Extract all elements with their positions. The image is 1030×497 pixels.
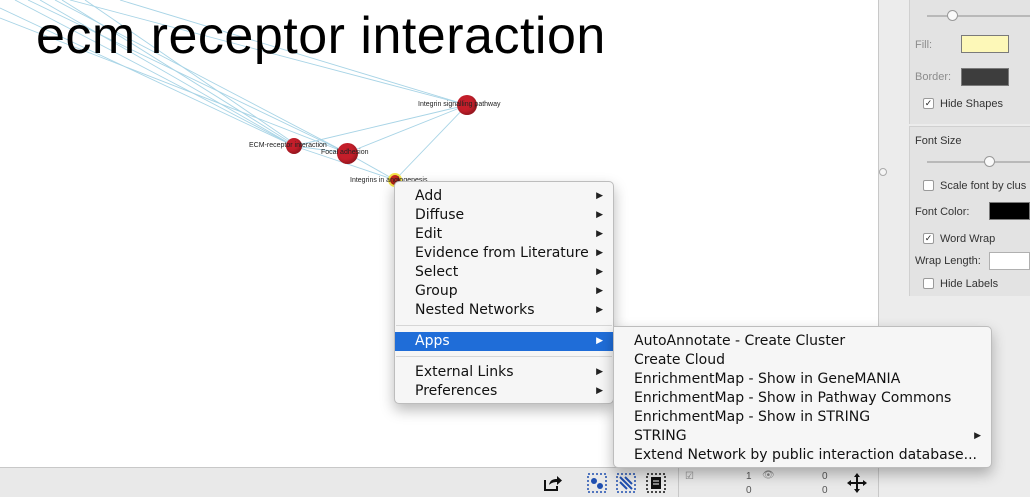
border-label: Border: bbox=[915, 71, 952, 83]
export-icon[interactable] bbox=[542, 472, 564, 494]
menu-item-diffuse[interactable]: Diffuse ▶ bbox=[395, 206, 613, 225]
submenu-arrow-icon: ▶ bbox=[596, 336, 603, 346]
submenu-arrow-icon: ▶ bbox=[974, 431, 981, 441]
hidden-count: 0 bbox=[822, 471, 828, 482]
submenu-arrow-icon: ▶ bbox=[596, 191, 603, 201]
hide-shapes-checkbox[interactable]: ✓ bbox=[923, 98, 934, 109]
scale-font-label: Scale font by clus bbox=[940, 180, 1027, 192]
apps-submenu: AutoAnnotate - Create Cluster Create Clo… bbox=[613, 326, 992, 468]
select-nodes-icon[interactable] bbox=[586, 472, 608, 494]
hidden-eye-icon: 👁 bbox=[762, 470, 775, 481]
hide-labels-checkbox[interactable] bbox=[923, 278, 934, 289]
menu-item-create-cloud[interactable]: Create Cloud bbox=[614, 351, 991, 370]
font-size-slider-knob[interactable] bbox=[984, 156, 995, 167]
network-title: ecm receptor interaction bbox=[36, 7, 606, 65]
context-menu: Add ▶ Diffuse ▶ Edit ▶ Evidence from Litera… bbox=[394, 181, 614, 404]
menu-item-apps[interactable]: Apps ▶ bbox=[395, 332, 613, 351]
submenu-arrow-icon: ▶ bbox=[596, 386, 603, 396]
font-color-label: Font Color: bbox=[915, 206, 970, 218]
menu-item-enrichmentmap-genemania[interactable]: EnrichmentMap - Show in GeneMANIA bbox=[614, 370, 991, 389]
font-size-label: Font Size bbox=[915, 135, 962, 147]
hide-labels-label: Hide Labels bbox=[940, 278, 999, 290]
submenu-arrow-icon: ▶ bbox=[596, 248, 603, 258]
submenu-arrow-icon: ▶ bbox=[596, 367, 603, 377]
menu-item-select[interactable]: Select ▶ bbox=[395, 263, 613, 282]
fill-color-swatch[interactable] bbox=[961, 35, 1009, 53]
menu-item-external-links[interactable]: External Links ▶ bbox=[395, 363, 613, 382]
node-label: Integrin signalling pathway bbox=[418, 101, 501, 108]
menu-item-enrichmentmap-string[interactable]: EnrichmentMap - Show in STRING bbox=[614, 408, 991, 427]
menu-separator bbox=[396, 325, 612, 326]
edge bbox=[394, 104, 468, 181]
wrap-length-input[interactable] bbox=[989, 252, 1030, 270]
word-wrap-label: Word Wrap bbox=[940, 233, 996, 245]
menu-item-edit[interactable]: Edit ▶ bbox=[395, 225, 613, 244]
selected-count: 0 bbox=[746, 485, 752, 496]
bottom-toolbar: ☑ 1 0 👁 0 0 bbox=[0, 467, 878, 497]
wrap-length-label: Wrap Length: bbox=[915, 255, 981, 267]
font-color-swatch[interactable] bbox=[989, 202, 1030, 220]
submenu-arrow-icon: ▶ bbox=[596, 286, 603, 296]
word-wrap-checkbox[interactable]: ✓ bbox=[923, 233, 934, 244]
selected-nodes-icon: ☑ bbox=[685, 471, 694, 482]
fit-view-icon[interactable] bbox=[846, 472, 868, 494]
hide-shapes-label: Hide Shapes bbox=[940, 98, 1003, 110]
opacity-slider-track[interactable] bbox=[927, 15, 1030, 17]
menu-item-evidence-from-literature[interactable]: Evidence from Literature ▶ bbox=[395, 244, 613, 263]
menu-item-autoannotate-create-cluster[interactable]: AutoAnnotate - Create Cluster bbox=[614, 332, 991, 351]
submenu-arrow-icon: ▶ bbox=[596, 210, 603, 220]
select-annotations-icon[interactable] bbox=[645, 472, 667, 494]
submenu-arrow-icon: ▶ bbox=[596, 267, 603, 277]
select-edges-icon[interactable] bbox=[615, 472, 637, 494]
hidden-count: 0 bbox=[822, 485, 828, 496]
menu-item-group[interactable]: Group ▶ bbox=[395, 282, 613, 301]
menu-item-extend-network[interactable]: Extend Network by public interaction dat… bbox=[614, 446, 991, 465]
selected-count: 1 bbox=[746, 471, 752, 482]
font-size-slider-track[interactable] bbox=[927, 161, 1030, 163]
submenu-arrow-icon: ▶ bbox=[596, 229, 603, 239]
fill-label: Fill: bbox=[915, 39, 933, 51]
node-label: ECM-receptor interaction bbox=[249, 142, 327, 149]
menu-item-enrichmentmap-pathway-commons[interactable]: EnrichmentMap - Show in Pathway Commons bbox=[614, 389, 991, 408]
node-label: Focal adhesion bbox=[321, 149, 369, 156]
panel-resize-handle[interactable] bbox=[879, 168, 887, 176]
menu-item-nested-networks[interactable]: Nested Networks ▶ bbox=[395, 301, 613, 320]
opacity-slider-knob[interactable] bbox=[947, 10, 958, 21]
menu-separator bbox=[396, 356, 612, 357]
border-color-swatch[interactable] bbox=[961, 68, 1009, 86]
submenu-arrow-icon: ▶ bbox=[596, 305, 603, 315]
menu-item-string[interactable]: STRING ▶ bbox=[614, 427, 991, 446]
menu-item-add[interactable]: Add ▶ bbox=[395, 187, 613, 206]
toolbar-divider bbox=[678, 468, 679, 497]
menu-item-preferences[interactable]: Preferences ▶ bbox=[395, 382, 613, 401]
scale-font-checkbox[interactable] bbox=[923, 180, 934, 191]
